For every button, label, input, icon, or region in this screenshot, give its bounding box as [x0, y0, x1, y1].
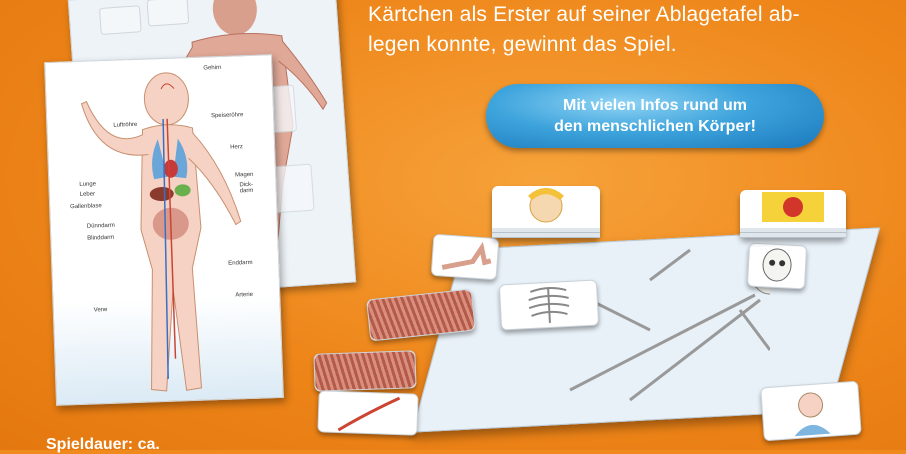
vein-illustration: [337, 396, 401, 432]
label-speiseroehre: Speiseröhre: [210, 112, 244, 120]
label-dickdarm: Dick- darm: [239, 181, 254, 195]
ribcage-illustration: [528, 286, 570, 324]
hand-card[interactable]: [430, 233, 500, 281]
doctor-illustration: [794, 392, 831, 437]
organ-figure-illustration: [80, 72, 242, 392]
label-arterie: Arterie: [235, 291, 254, 299]
ribcage-card[interactable]: [498, 279, 600, 331]
intro-text: Kärtchen als Erster auf seiner Ablagetaf…: [368, 0, 888, 60]
stack-edge: [740, 228, 846, 233]
label-magen: Magen: [235, 171, 254, 179]
organ-board: Gehirn Luftröhre Speiseröhre Herz Lunge …: [44, 54, 284, 406]
label-vene: Vene: [93, 307, 108, 314]
hand-illustration: [441, 241, 492, 270]
intro-line-2: legen konnte, gewinnt das Spiel.: [368, 33, 677, 56]
promo-line-1: Mit vielen Infos rund um: [562, 97, 747, 114]
label-lunge: Lunge: [79, 181, 97, 188]
leg-muscle-illustration: [314, 351, 416, 391]
stack-edge: [740, 233, 846, 238]
promo-line-2: den menschlichen Körper!: [554, 118, 756, 135]
label-luftroehre: Luftröhre: [113, 121, 138, 129]
label-blinddarm: Blinddarm: [87, 234, 115, 242]
virus-illustration: [762, 192, 824, 222]
skull-illustration: [762, 248, 792, 282]
label-duenndarm: Dünndarm: [86, 222, 115, 230]
virus-card-stack[interactable]: [740, 190, 846, 238]
intro-line-1: Kärtchen als Erster auf seiner Ablagetaf…: [368, 3, 800, 26]
face-card-stack[interactable]: [492, 186, 600, 238]
stack-edge: [492, 228, 600, 233]
label-leber: Leber: [79, 191, 96, 198]
skull-card[interactable]: [746, 242, 808, 290]
muscle-card-2[interactable]: [313, 350, 417, 392]
label-gehirn: Gehirn: [203, 64, 222, 72]
spieldauer-text: Spieldauer: ca.: [46, 436, 160, 453]
face-illustration: [528, 188, 564, 223]
label-herz: Herz: [230, 144, 243, 151]
vein-card[interactable]: [317, 390, 419, 436]
promo-bubble: Mit vielen Infos rund um den menschliche…: [486, 84, 824, 148]
doctor-card[interactable]: [760, 380, 862, 442]
label-gallenblase: Gallenblase: [70, 203, 102, 211]
stack-edge: [492, 233, 600, 238]
label-enddarm: Enddarm: [228, 259, 253, 267]
